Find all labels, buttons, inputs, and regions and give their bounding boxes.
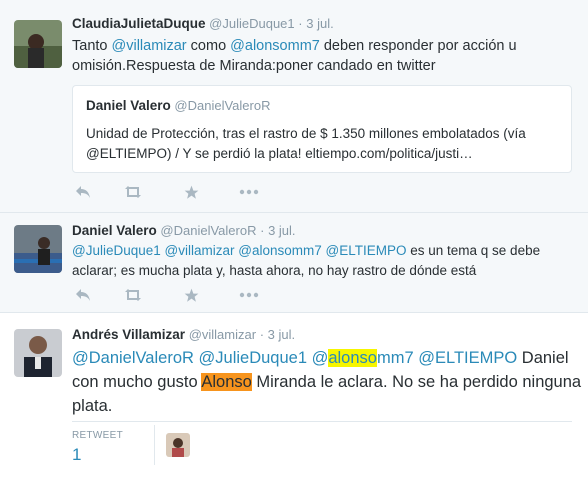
search-highlight-current: Alonso — [201, 373, 252, 391]
quote-header: Daniel Valero @DanielValeroR — [86, 98, 270, 113]
mention-link[interactable]: @ELTIEMPO — [326, 243, 407, 258]
retweeter-avatar[interactable] — [166, 433, 190, 457]
mention-link[interactable]: @alonsomm7 — [230, 38, 320, 54]
author-handle[interactable]: @JulieDuque1 — [209, 16, 294, 31]
stats-separator — [154, 425, 155, 465]
quoted-tweet[interactable]: Daniel Valero @DanielValeroR Unidad de P… — [72, 85, 572, 173]
tweet-text: Tanto @villamizar como @alonsomm7 deben … — [72, 38, 517, 74]
tweet-header: Daniel Valero @DanielValeroR · 3 jul. — [72, 223, 296, 238]
more-icon[interactable] — [236, 182, 262, 202]
tweet-header: Andrés Villamizar @villamizar · 3 jul. — [72, 327, 295, 342]
mention-link[interactable]: @alonsomm7 — [312, 349, 414, 367]
avatar[interactable] — [14, 225, 62, 273]
retweet-count[interactable]: 1 — [72, 445, 123, 465]
author-name[interactable]: ClaudiaJulietaDuque — [72, 16, 206, 31]
author-name[interactable]: Daniel Valero — [72, 223, 157, 238]
mention-link[interactable]: @villamizar — [165, 243, 235, 258]
tweet-header: ClaudiaJulietaDuque @JulieDuque1 · 3 jul… — [72, 16, 334, 31]
search-highlight: alonso — [328, 349, 377, 367]
retweet-icon[interactable] — [120, 285, 146, 305]
tweet-text: @JulieDuque1 @villamizar @alonsomm7 @ELT… — [72, 243, 541, 278]
tweet-claudia[interactable]: ClaudiaJulietaDuque @JulieDuque1 · 3 jul… — [0, 0, 588, 213]
retweet-label: RETWEET — [72, 430, 123, 441]
tweet-daniel[interactable]: Daniel Valero @DanielValeroR · 3 jul. @J… — [0, 213, 588, 313]
quote-text: Unidad de Protección, tras el rastro de … — [86, 126, 526, 161]
reply-icon[interactable] — [70, 285, 96, 305]
timestamp[interactable]: 3 jul. — [306, 16, 333, 31]
retweet-icon[interactable] — [120, 182, 146, 202]
quote-author-name: Daniel Valero — [86, 98, 171, 113]
tweet-text: @DanielValeroR @JulieDuque1 @alonsomm7 @… — [72, 349, 582, 415]
mention-link[interactable]: @ELTIEMPO — [418, 349, 517, 367]
reply-icon[interactable] — [70, 182, 96, 202]
avatar[interactable] — [14, 329, 62, 377]
mention-link[interactable]: @alonsomm7 — [238, 243, 322, 258]
separator-dot: · — [298, 16, 303, 31]
mention-link[interactable]: @JulieDuque1 — [199, 349, 307, 367]
avatar[interactable] — [14, 20, 62, 68]
timestamp[interactable]: 3 jul. — [268, 327, 295, 342]
stats-divider — [72, 421, 572, 422]
mention-link[interactable]: @JulieDuque1 — [72, 243, 161, 258]
favorite-icon[interactable] — [178, 182, 204, 202]
mention-link[interactable]: @DanielValeroR — [72, 349, 194, 367]
tweet-andres[interactable]: Andrés Villamizar @villamizar · 3 jul. @… — [0, 313, 588, 479]
mention-link[interactable]: @villamizar — [112, 38, 187, 54]
timestamp[interactable]: 3 jul. — [268, 223, 295, 238]
author-handle[interactable]: @DanielValeroR — [160, 223, 256, 238]
retweet-stat[interactable]: RETWEET 1 — [72, 430, 123, 465]
separator-dot: · — [259, 327, 265, 342]
separator-dot: · — [260, 223, 265, 238]
author-name[interactable]: Andrés Villamizar — [72, 327, 185, 342]
quote-author-handle: @DanielValeroR — [174, 98, 271, 113]
more-icon[interactable] — [236, 285, 262, 305]
author-handle[interactable]: @villamizar — [189, 327, 256, 342]
favorite-icon[interactable] — [178, 285, 204, 305]
